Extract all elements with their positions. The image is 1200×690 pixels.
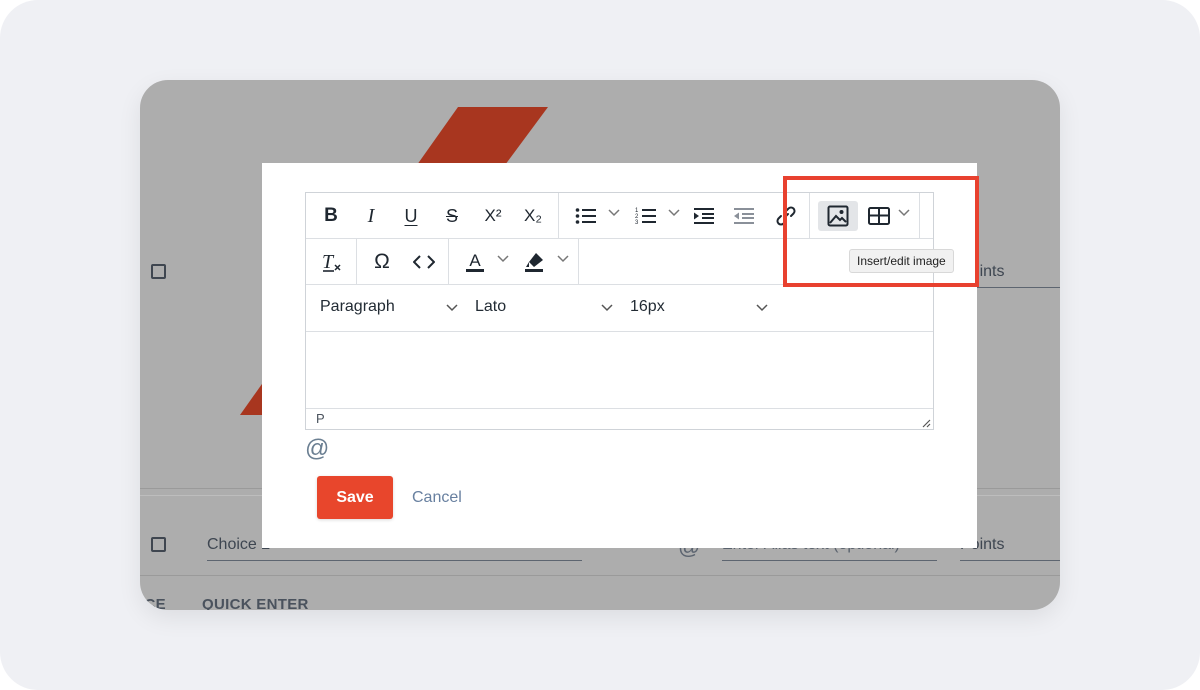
bullet-list-button[interactable]	[571, 201, 601, 231]
block-format-select[interactable]: Paragraph	[306, 285, 461, 329]
toolbar-row-3: Paragraph Lato 16px	[306, 285, 933, 332]
indent-button[interactable]	[689, 201, 719, 231]
strikethrough-icon: S	[445, 205, 458, 226]
indent-icon	[694, 208, 714, 224]
chevron-down-icon[interactable]	[557, 255, 569, 263]
mention-icon[interactable]: @	[305, 435, 329, 463]
text-color-button[interactable]: A	[460, 247, 490, 277]
code-icon	[413, 255, 435, 269]
italic-icon: I	[367, 204, 375, 227]
element-path[interactable]: P	[316, 411, 325, 426]
numbered-list-icon: 1 2 3	[635, 208, 656, 225]
editor-content-area[interactable]	[306, 332, 933, 408]
text-color-icon: A	[466, 251, 484, 272]
outdent-icon	[734, 208, 754, 224]
chevron-down-icon[interactable]	[668, 209, 680, 217]
row2-checkbox[interactable]	[151, 537, 166, 552]
chevron-down-icon[interactable]	[608, 209, 620, 217]
color-group: A	[449, 239, 579, 284]
subscript-button[interactable]: X₂	[518, 201, 548, 231]
row-divider	[140, 575, 1060, 576]
font-family-select[interactable]: Lato	[461, 285, 616, 329]
quick-enter-tab[interactable]: QUICK ENTER	[202, 596, 309, 610]
svg-text:A: A	[469, 251, 481, 270]
annotation-highlight-box	[783, 176, 979, 287]
superscript-button[interactable]: X²	[478, 201, 508, 231]
underline-icon: U	[404, 205, 418, 226]
bullet-list-icon	[575, 208, 596, 224]
row2-alias-underline	[722, 560, 937, 561]
chevron-down-icon[interactable]	[497, 255, 509, 263]
clear-formatting-button[interactable]: T	[316, 247, 346, 277]
italic-button[interactable]: I	[356, 201, 386, 231]
bold-icon: B	[324, 205, 338, 226]
row2-choice-input[interactable]: Choice 2	[207, 536, 270, 554]
row1-checkbox[interactable]	[151, 264, 166, 279]
editor-statusbar: P	[306, 408, 933, 430]
footer-choice-tab[interactable]: ICE	[140, 596, 166, 610]
bold-button[interactable]: B	[316, 201, 346, 231]
insert-special-group: Ω	[357, 239, 449, 284]
chevron-down-icon	[756, 304, 768, 312]
svg-text:T: T	[322, 251, 335, 273]
omega-icon: Ω	[374, 250, 390, 273]
strikethrough-button[interactable]: S	[437, 201, 467, 231]
superscript-icon: X²	[484, 206, 502, 225]
font-size-value: 16px	[630, 298, 665, 315]
list-group: 1 2 3	[559, 193, 809, 238]
highlight-color-button[interactable]	[519, 247, 549, 277]
outdent-button[interactable]	[729, 201, 759, 231]
text-format-group: B I U S X² X₂	[306, 193, 559, 238]
save-button[interactable]: Save	[317, 476, 393, 519]
chevron-down-icon	[446, 304, 458, 312]
svg-text:3: 3	[635, 220, 639, 225]
special-character-button[interactable]: Ω	[367, 247, 397, 277]
font-size-select[interactable]: 16px	[616, 285, 771, 329]
clear-format-group: T	[306, 239, 357, 284]
underline-button[interactable]: U	[396, 201, 426, 231]
font-family-value: Lato	[475, 298, 507, 315]
source-code-button[interactable]	[409, 247, 439, 277]
highlighter-icon	[525, 253, 543, 272]
cancel-button[interactable]: Cancel	[412, 476, 462, 519]
subscript-icon: X₂	[524, 206, 542, 225]
row2-points-underline	[960, 560, 1060, 561]
numbered-list-button[interactable]: 1 2 3	[631, 201, 661, 231]
clear-formatting-icon: T	[322, 251, 341, 273]
block-format-value: Paragraph	[320, 298, 395, 315]
resize-handle-icon[interactable]	[921, 418, 931, 428]
row2-choice-underline	[207, 560, 582, 561]
chevron-down-icon	[601, 304, 613, 312]
